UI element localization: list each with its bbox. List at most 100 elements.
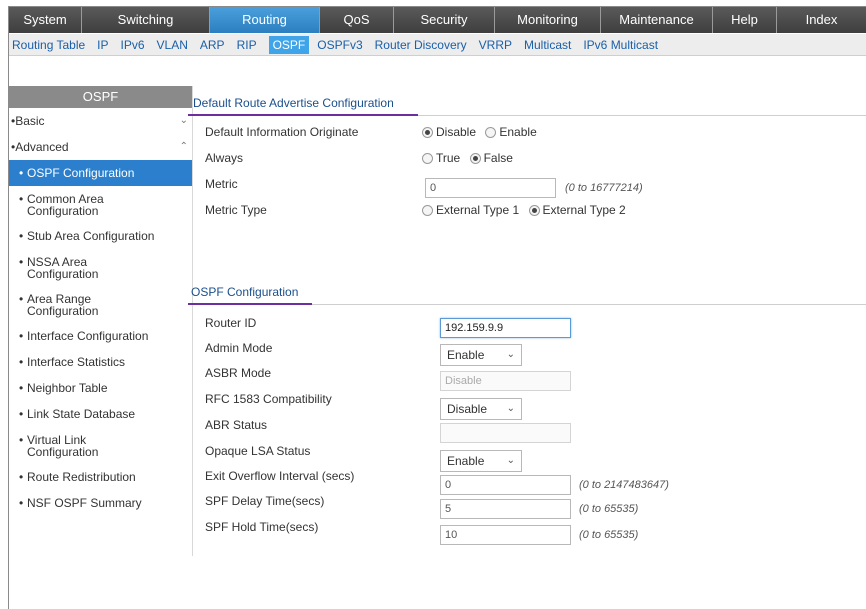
- divider: [192, 86, 193, 556]
- sidebar-item-link-state-database[interactable]: • Link State Database: [9, 401, 192, 427]
- sidebar-item-label: Configuration: [27, 445, 99, 459]
- default-info-originate-label: Default Information Originate: [205, 125, 359, 139]
- sub-tab-routing-table[interactable]: Routing Table: [12, 38, 85, 52]
- metric-type-radios: External Type 1 External Type 2: [422, 203, 632, 217]
- sidebar-section-basic[interactable]: •Basic ⌄: [9, 108, 192, 134]
- top-tab-monitoring[interactable]: Monitoring: [495, 7, 601, 33]
- spf-delay-range: (0 to 65535): [579, 503, 639, 515]
- bullet-icon: •: [19, 355, 24, 369]
- abr-status-label: ABR Status: [205, 418, 268, 432]
- radio-icon[interactable]: [422, 153, 433, 164]
- radio-external-type-1[interactable]: External Type 1: [422, 203, 519, 217]
- sidebar-item-area-range-configuration[interactable]: • Area Range Configuration: [9, 286, 192, 323]
- top-tab-switching[interactable]: Switching: [82, 7, 210, 33]
- spf-hold-input[interactable]: 10: [440, 525, 571, 545]
- rfc1583-label: RFC 1583 Compatibility: [205, 392, 332, 406]
- sub-tab-ospf[interactable]: OSPF: [268, 35, 310, 54]
- opaque-lsa-select[interactable]: Enable ⌄: [440, 450, 522, 472]
- radio-icon[interactable]: [469, 153, 481, 164]
- router-id-label: Router ID: [205, 316, 257, 330]
- sub-tab-vlan[interactable]: VLAN: [157, 38, 188, 52]
- admin-mode-label: Admin Mode: [205, 341, 273, 355]
- sidebar-item-ospf-configuration[interactable]: • OSPF Configuration: [9, 160, 192, 186]
- sidebar-item-neighbor-table[interactable]: • Neighbor Table: [9, 375, 192, 401]
- sidebar-item-label: Interface Configuration: [27, 329, 149, 343]
- top-tab-security[interactable]: Security: [394, 7, 495, 33]
- sidebar-item-nsf-ospf-summary[interactable]: • NSF OSPF Summary: [9, 490, 192, 516]
- bullet-icon: •: [19, 292, 24, 306]
- sidebar-item-interface-statistics[interactable]: • Interface Statistics: [9, 349, 192, 375]
- sub-tab-rip[interactable]: RIP: [237, 38, 257, 52]
- select-value: Disable: [447, 402, 488, 416]
- bullet-icon: •: [19, 433, 24, 447]
- section-rule: [418, 115, 866, 116]
- radio-true[interactable]: True: [422, 151, 460, 165]
- sub-tab-arp[interactable]: ARP: [200, 38, 225, 52]
- metric-label: Metric: [205, 177, 238, 191]
- bullet-icon: •: [19, 329, 24, 343]
- sub-tab-router-discovery[interactable]: Router Discovery: [375, 38, 467, 52]
- sidebar-section-label: Advanced: [15, 140, 69, 154]
- radio-external-type-2[interactable]: External Type 2: [528, 203, 626, 217]
- top-tab-help[interactable]: Help: [713, 7, 777, 33]
- section-rule: [312, 304, 866, 305]
- top-tab-routing[interactable]: Routing: [210, 7, 320, 33]
- app-frame: System Switching Routing QoS Security Monitor…: [8, 6, 866, 609]
- exit-overflow-range: (0 to 2147483647): [579, 479, 669, 491]
- top-tab-system[interactable]: System: [9, 7, 82, 33]
- metric-type-label: Metric Type: [205, 203, 267, 217]
- spf-delay-input[interactable]: 5: [440, 499, 571, 519]
- sidebar-section-label: Basic: [15, 114, 45, 128]
- sub-tab-ipv6[interactable]: IPv6: [121, 38, 145, 52]
- section-title-default-route: Default Route Advertise Configuration: [193, 96, 394, 110]
- radio-icon[interactable]: [422, 205, 433, 216]
- default-info-originate-radios: Disable Enable: [422, 125, 543, 139]
- top-tab-qos[interactable]: QoS: [320, 7, 394, 33]
- always-radios: True False: [422, 151, 519, 165]
- exit-overflow-input[interactable]: 0: [440, 475, 571, 495]
- opaque-lsa-label: Opaque LSA Status: [205, 444, 311, 458]
- radio-icon[interactable]: [528, 205, 540, 216]
- sub-menu: Routing Table IP IPv6 VLAN ARP RIP OSPF OSPFv3 R…: [9, 34, 866, 56]
- top-tab-maintenance[interactable]: Maintenance: [601, 7, 713, 33]
- bullet-icon: •: [19, 229, 24, 243]
- sub-tab-vrrp[interactable]: VRRP: [479, 38, 512, 52]
- sidebar-item-interface-configuration[interactable]: • Interface Configuration: [9, 323, 192, 349]
- bullet-icon: •: [19, 381, 24, 395]
- always-label: Always: [205, 151, 244, 165]
- radio-disable[interactable]: Disable: [422, 125, 476, 139]
- sidebar: OSPF •Basic ⌄ •Advanced ⌃ • OSPF Configur…: [9, 86, 192, 516]
- rfc1583-select[interactable]: Disable ⌄: [440, 398, 522, 420]
- sidebar-item-label: Interface Statistics: [27, 355, 126, 369]
- router-id-input[interactable]: 192.159.9.9: [440, 318, 571, 338]
- chevron-down-icon: ⌄: [506, 455, 515, 466]
- sub-tab-multicast[interactable]: Multicast: [524, 38, 571, 52]
- abr-status-input: [440, 423, 571, 443]
- spf-hold-label: SPF Hold Time(secs): [205, 520, 319, 534]
- sidebar-section-advanced[interactable]: •Advanced ⌃: [9, 134, 192, 160]
- sidebar-item-stub-area-configuration[interactable]: • Stub Area Configuration: [9, 223, 192, 249]
- radio-icon[interactable]: [422, 127, 433, 138]
- metric-input[interactable]: 0: [425, 178, 556, 198]
- sidebar-item-route-redistribution[interactable]: • Route Redistribution: [9, 464, 192, 490]
- bullet-icon: •: [19, 470, 24, 484]
- admin-mode-select[interactable]: Enable ⌄: [440, 344, 522, 366]
- sidebar-item-virtual-link-configuration[interactable]: • Virtual Link Configuration: [9, 427, 192, 464]
- sidebar-items: • OSPF Configuration • Common Area Configura…: [9, 160, 192, 516]
- spf-delay-label: SPF Delay Time(secs): [205, 494, 325, 508]
- sub-tab-ipv6-multicast[interactable]: IPv6 Multicast: [583, 38, 658, 52]
- radio-false[interactable]: False: [469, 151, 513, 165]
- asbr-mode-input: Disable: [440, 371, 571, 391]
- bullet-icon: •: [19, 166, 24, 180]
- sub-tab-ip[interactable]: IP: [97, 38, 108, 52]
- bullet-icon: •: [19, 192, 24, 206]
- radio-icon[interactable]: [485, 127, 497, 138]
- top-tab-index[interactable]: Index: [777, 7, 866, 33]
- section-underline: [188, 114, 418, 116]
- sidebar-item-nssa-area-configuration[interactable]: • NSSA Area Configuration: [9, 249, 192, 286]
- sub-tab-ospfv3[interactable]: OSPFv3: [317, 38, 362, 52]
- chevron-down-icon: ⌄: [506, 403, 515, 414]
- sidebar-item-common-area-configuration[interactable]: • Common Area Configuration: [9, 186, 192, 223]
- sidebar-header: OSPF: [9, 86, 192, 108]
- radio-enable[interactable]: Enable: [485, 125, 537, 139]
